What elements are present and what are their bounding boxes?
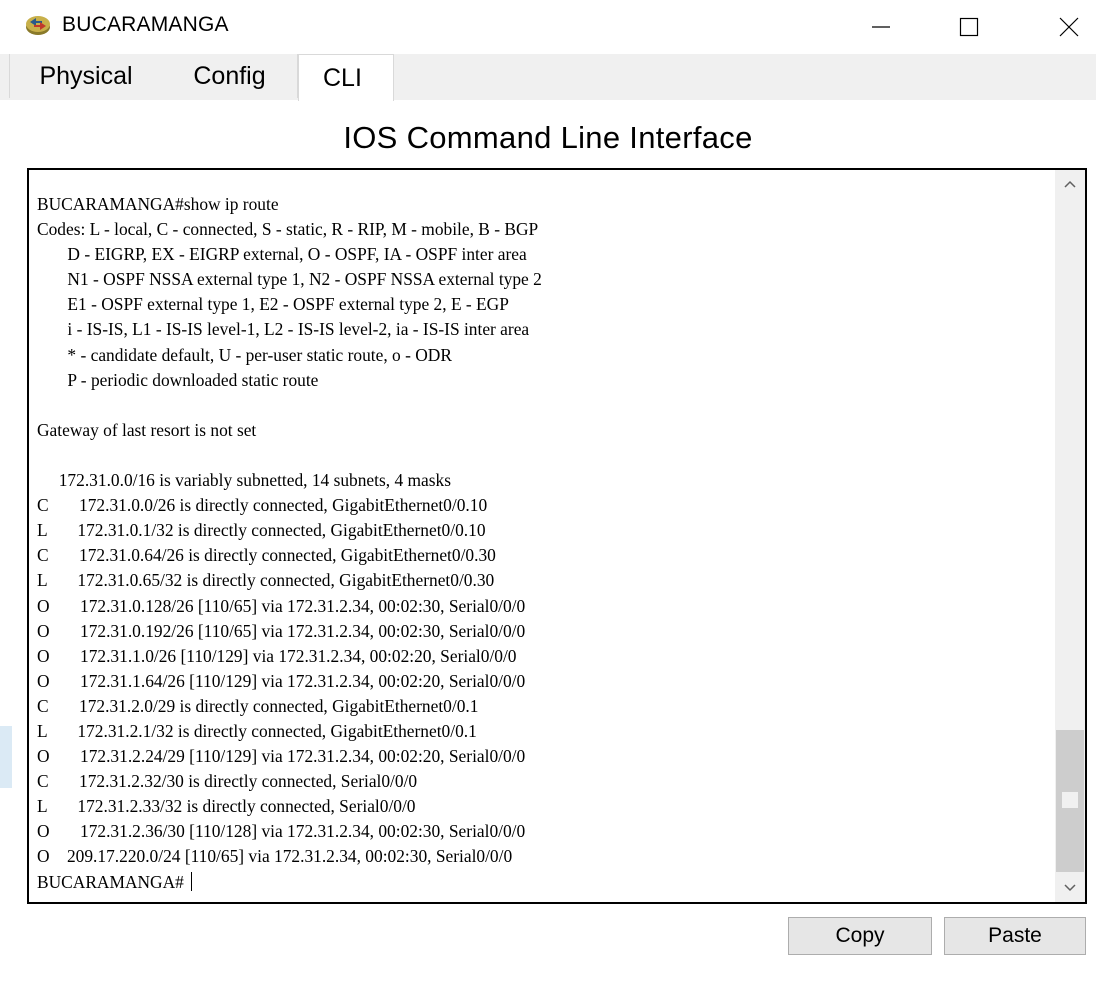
tab-physical[interactable]: Physical (9, 54, 163, 98)
paste-button[interactable]: Paste (944, 917, 1086, 955)
maximize-button[interactable] (946, 0, 992, 54)
scroll-thumb[interactable] (1056, 730, 1084, 872)
maximize-icon (959, 17, 979, 37)
terminal-lines: BUCARAMANGA#show ip route Codes: L - loc… (37, 194, 542, 866)
terminal-line: C 172.31.0.0/26 is directly connected, G… (37, 495, 488, 516)
terminal-line: Gateway of last resort is not set (37, 419, 257, 440)
terminal-line: L 172.31.0.1/32 is directly connected, G… (37, 520, 486, 541)
terminal-line: L 172.31.0.65/32 is directly connected, … (37, 570, 495, 591)
chevron-up-icon (1064, 180, 1076, 188)
terminal-prompt: BUCARAMANGA# (37, 871, 189, 892)
terminal-line: 172.31.0.0/16 is variably subnetted, 14 … (58, 470, 451, 491)
chevron-down-icon (1064, 884, 1076, 892)
terminal-line: O 172.31.0.128/26 [110/65] via 172.31.2.… (37, 595, 526, 616)
terminal-line: Codes: L - local, C - connected, S - sta… (37, 219, 539, 240)
terminal-line: C 172.31.0.64/26 is directly connected, … (37, 545, 496, 566)
terminal-line: O 172.31.0.192/26 [110/65] via 172.31.2.… (37, 620, 526, 641)
scroll-down-button[interactable] (1055, 874, 1085, 902)
terminal-line: O 172.31.1.0/26 [110/129] via 172.31.2.3… (37, 645, 517, 666)
router-icon (26, 16, 50, 35)
terminal-line: O 172.31.1.64/26 [110/129] via 172.31.2.… (37, 670, 526, 691)
terminal-line: P - periodic downloaded static route (67, 369, 319, 390)
terminal-line: O 172.31.2.36/30 [110/128] via 172.31.2.… (37, 821, 526, 842)
close-button[interactable] (1046, 0, 1092, 54)
minimize-button[interactable] (858, 0, 904, 54)
tab-bar: Physical Config CLI (0, 54, 1096, 101)
cli-terminal[interactable]: BUCARAMANGA#show ip route Codes: L - loc… (27, 168, 1087, 904)
terminal-line: L 172.31.2.1/32 is directly connected, G… (37, 720, 477, 741)
terminal-line: C 172.31.2.0/29 is directly connected, G… (37, 695, 479, 716)
terminal-line: * - candidate default, U - per-user stat… (67, 344, 452, 365)
vertical-scrollbar[interactable] (1055, 170, 1085, 902)
terminal-line: L 172.31.2.33/32 is directly connected, … (37, 796, 416, 817)
copy-button[interactable]: Copy (788, 917, 932, 955)
terminal-line: O 209.17.220.0/24 [110/65] via 172.31.2.… (37, 846, 513, 867)
title-bar: BUCARAMANGA (0, 0, 1096, 54)
terminal-line: BUCARAMANGA#show ip route (37, 194, 279, 214)
close-icon (1059, 17, 1079, 37)
terminal-line: C 172.31.2.32/30 is directly connected, … (37, 771, 418, 792)
text-cursor (191, 871, 193, 891)
terminal-line: E1 - OSPF external type 1, E2 - OSPF ext… (67, 294, 509, 315)
terminal-line: i - IS-IS, L1 - IS-IS level-1, L2 - IS-I… (67, 319, 530, 340)
window-title: BUCARAMANGA (62, 13, 229, 36)
terminal-output[interactable]: BUCARAMANGA#show ip route Codes: L - loc… (37, 192, 1057, 895)
window-edge-accent (0, 726, 12, 788)
terminal-line: O 172.31.2.24/29 [110/129] via 172.31.2.… (37, 746, 526, 767)
minimize-icon (872, 26, 890, 28)
tab-config[interactable]: Config (162, 54, 298, 98)
terminal-line: N1 - OSPF NSSA external type 1, N2 - OSP… (67, 269, 542, 290)
page-title: IOS Command Line Interface (343, 120, 753, 155)
tab-cli[interactable]: CLI (298, 54, 394, 101)
scroll-up-button[interactable] (1055, 170, 1085, 198)
terminal-line: D - EIGRP, EX - EIGRP external, O - OSPF… (67, 244, 527, 265)
